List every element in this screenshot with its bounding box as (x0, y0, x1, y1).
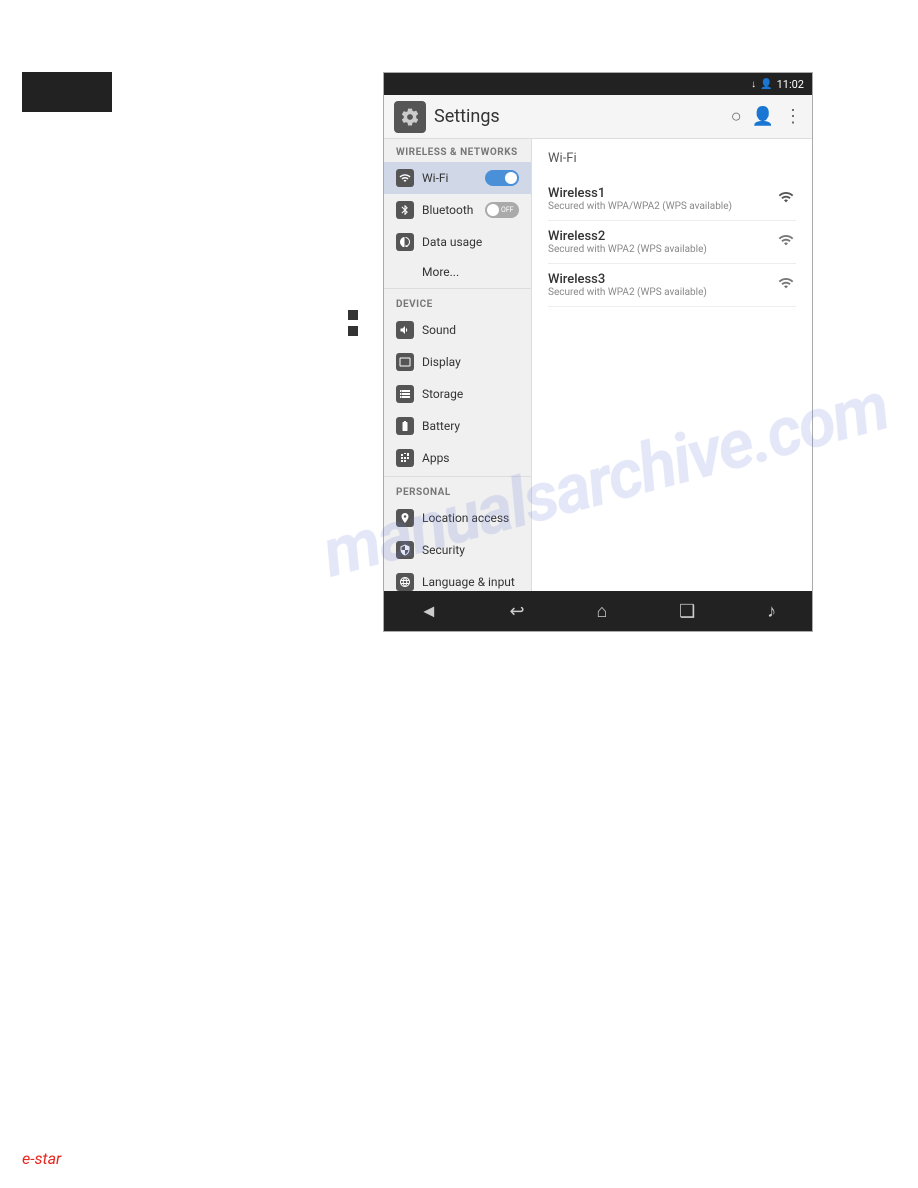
bluetooth-toggle[interactable]: OFF (485, 202, 519, 218)
bluetooth-toggle-knob (487, 204, 499, 216)
bluetooth-label: Bluetooth (422, 203, 477, 217)
right-panel: Wi-Fi Wireless1 Secured with WPA/WPA2 (W… (532, 139, 812, 591)
home-nav-icon[interactable]: ⌂ (596, 601, 607, 622)
status-icons: ↓ 👤 (751, 79, 772, 90)
panel-title: Wi-Fi (548, 151, 796, 166)
battery-icon (396, 417, 414, 435)
security-label: Security (422, 543, 519, 557)
security-icon (396, 541, 414, 559)
sidebar-item-bluetooth[interactable]: Bluetooth OFF (384, 194, 531, 226)
back-nav-icon[interactable]: ↩ (510, 601, 525, 622)
wifi-name-2: Wireless2 (548, 229, 776, 244)
sidebar-item-data-usage[interactable]: Data usage (384, 226, 531, 258)
settings-app-icon (394, 101, 426, 133)
volume-nav-icon[interactable]: ◄ (420, 601, 438, 622)
left-squares (348, 310, 358, 336)
more-label: More... (422, 265, 519, 279)
brand: e-star (22, 1149, 61, 1168)
left-square-1 (348, 310, 358, 320)
sidebar-item-location[interactable]: Location access (384, 502, 531, 534)
display-label: Display (422, 355, 519, 369)
download-icon: ↓ (751, 79, 756, 90)
data-usage-icon (396, 233, 414, 251)
divider-personal (384, 476, 531, 477)
sound-label: Sound (422, 323, 519, 337)
wifi-network-wireless1[interactable]: Wireless1 Secured with WPA/WPA2 (WPS ava… (548, 178, 796, 221)
wifi-toggle[interactable]: ON (485, 170, 519, 186)
wifi-network-wireless3[interactable]: Wireless3 Secured with WPA2 (WPS availab… (548, 264, 796, 307)
top-left-block (22, 72, 112, 112)
sidebar-item-wifi[interactable]: Wi-Fi ON (384, 162, 531, 194)
wifi-network-info-2: Wireless2 Secured with WPA2 (WPS availab… (548, 229, 776, 255)
wifi-signal-icon-3 (776, 275, 796, 295)
sidebar: WIRELESS & NETWORKS Wi-Fi ON Bluetooth (384, 139, 532, 591)
sidebar-item-sound[interactable]: Sound (384, 314, 531, 346)
more-icon[interactable]: ⋮ (784, 106, 802, 127)
search-icon[interactable]: ○ (731, 106, 742, 127)
wifi-signal-icon-1 (776, 189, 796, 209)
wifi-label: Wi-Fi (422, 171, 477, 185)
brand-name: -star (30, 1149, 61, 1168)
wifi-icon (396, 169, 414, 187)
wifi-signal-icon-2 (776, 232, 796, 252)
battery-label: Battery (422, 419, 519, 433)
sidebar-item-language[interactable]: Language & input (384, 566, 531, 591)
brand-prefix: e (22, 1149, 30, 1168)
wifi-name-1: Wireless1 (548, 186, 776, 201)
user-icon[interactable]: 👤 (752, 106, 774, 127)
sidebar-item-security[interactable]: Security (384, 534, 531, 566)
wifi-security-1: Secured with WPA/WPA2 (WPS available) (548, 201, 776, 212)
wifi-network-info-3: Wireless3 Secured with WPA2 (WPS availab… (548, 272, 776, 298)
device-frame: ↓ 👤 11:02 Settings ○ 👤 ⋮ WIRELESS & NETW… (383, 72, 813, 632)
data-usage-label: Data usage (422, 235, 519, 249)
nav-bar: ◄ ↩ ⌂ ❑ ♪ (384, 591, 812, 631)
recents-nav-icon[interactable]: ❑ (679, 601, 695, 622)
app-bar-title: Settings (434, 106, 731, 127)
left-square-2 (348, 326, 358, 336)
wifi-network-wireless2[interactable]: Wireless2 Secured with WPA2 (WPS availab… (548, 221, 796, 264)
display-icon (396, 353, 414, 371)
wifi-name-3: Wireless3 (548, 272, 776, 287)
sidebar-item-battery[interactable]: Battery (384, 410, 531, 442)
sound-icon (396, 321, 414, 339)
storage-icon (396, 385, 414, 403)
wifi-network-info-1: Wireless1 Secured with WPA/WPA2 (WPS ava… (548, 186, 776, 212)
language-label: Language & input (422, 575, 519, 589)
sidebar-item-storage[interactable]: Storage (384, 378, 531, 410)
sidebar-item-more[interactable]: More... (384, 258, 531, 286)
app-bar: Settings ○ 👤 ⋮ (384, 95, 812, 139)
apps-label: Apps (422, 451, 519, 465)
wifi-security-3: Secured with WPA2 (WPS available) (548, 287, 776, 298)
apps-icon (396, 449, 414, 467)
sidebar-item-display[interactable]: Display (384, 346, 531, 378)
bluetooth-icon (396, 201, 414, 219)
storage-label: Storage (422, 387, 519, 401)
status-time: 11:02 (777, 78, 804, 91)
section-header-wireless: WIRELESS & NETWORKS (384, 139, 531, 162)
language-icon (396, 573, 414, 591)
sidebar-item-apps[interactable]: Apps (384, 442, 531, 474)
location-label: Location access (422, 511, 519, 525)
status-bar: ↓ 👤 11:02 (384, 73, 812, 95)
section-header-device: DEVICE (384, 291, 531, 314)
person-icon: 👤 (760, 79, 772, 90)
divider-device (384, 288, 531, 289)
wifi-security-2: Secured with WPA2 (WPS available) (548, 244, 776, 255)
app-bar-actions: ○ 👤 ⋮ (731, 106, 802, 127)
location-icon (396, 509, 414, 527)
volume-up-nav-icon[interactable]: ♪ (767, 601, 776, 622)
main-content: WIRELESS & NETWORKS Wi-Fi ON Bluetooth (384, 139, 812, 591)
section-header-personal: PERSONAL (384, 479, 531, 502)
